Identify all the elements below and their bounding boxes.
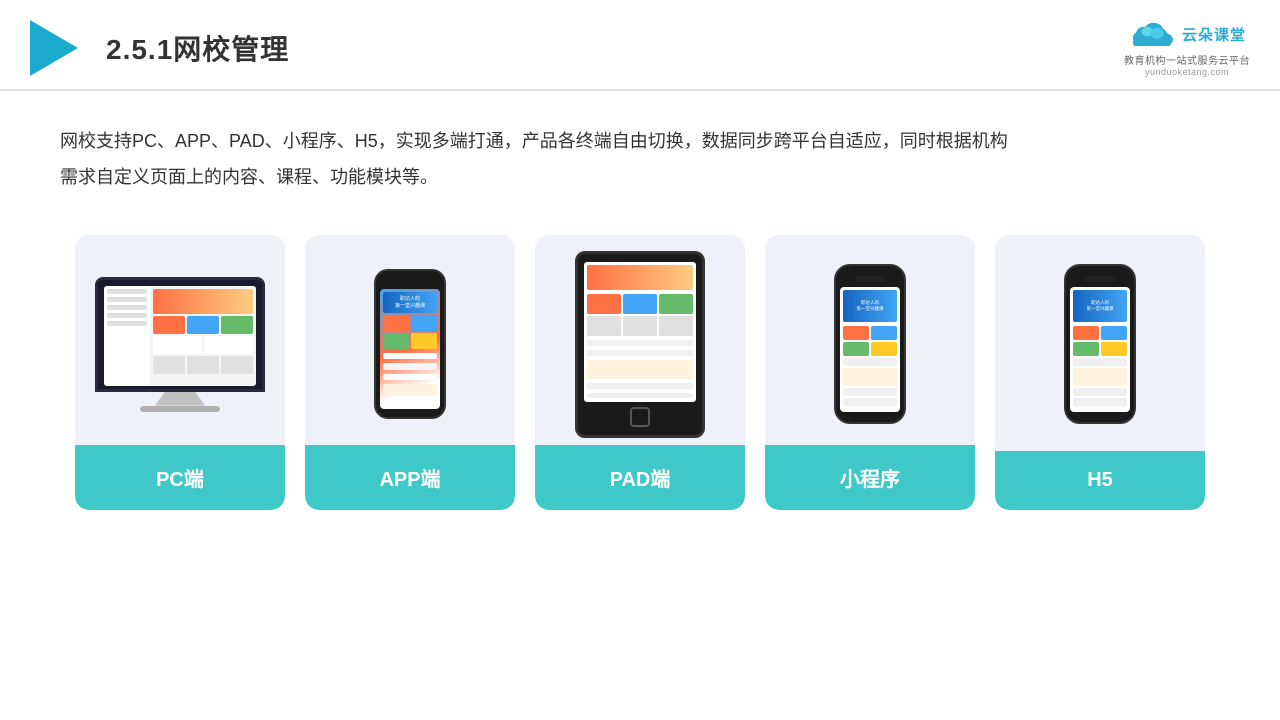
description: 网校支持PC、APP、PAD、小程序、H5，实现多端打通，产品各终端自由切换，数…	[0, 91, 1100, 205]
card-app-label: APP端	[305, 445, 515, 510]
card-pc-label: PC端	[75, 445, 285, 510]
card-h5: 职达人的第一堂兴趣课 H5	[995, 235, 1205, 510]
page-title: 2.5.1网校管理	[106, 28, 289, 68]
card-h5-label: H5	[995, 451, 1205, 510]
pad-tablet-icon	[575, 251, 705, 438]
card-h5-image: 职达人的第一堂兴趣课	[995, 235, 1205, 445]
card-app-image: 职达人的第一堂兴趣课	[305, 235, 515, 445]
app-phone-icon: 职达人的第一堂兴趣课	[374, 269, 446, 419]
logo-triangle-icon	[30, 20, 78, 76]
brand-sub: 教育机构一站式服务云平台	[1124, 52, 1250, 67]
card-pad-image	[535, 235, 745, 445]
desc-line1: 网校支持PC、APP、PAD、小程序、H5，实现多端打通，产品各终端自由切换，数…	[60, 123, 1040, 159]
card-pad: PAD端	[535, 235, 745, 510]
miniapp-phone-icon: 职达人的第一堂兴趣课	[834, 264, 906, 424]
card-pc-image	[75, 235, 285, 445]
card-miniapp: 职达人的第一堂兴趣课 小程	[765, 235, 975, 510]
card-miniapp-label: 小程序	[765, 445, 975, 510]
brand-logo: 云朵课堂 教育机构一站式服务云平台 yunduoketang.com	[1124, 18, 1250, 77]
desc-line2: 需求自定义页面上的内容、课程、功能模块等。	[60, 159, 1040, 195]
brand-url: yunduoketang.com	[1145, 67, 1229, 77]
card-app: 职达人的第一堂兴趣课	[305, 235, 515, 510]
card-miniapp-image: 职达人的第一堂兴趣课	[765, 235, 975, 445]
cloud-logo: 云朵课堂	[1128, 18, 1246, 50]
brand-name: 云朵课堂	[1182, 24, 1246, 45]
h5-phone-icon: 职达人的第一堂兴趣课	[1064, 264, 1136, 424]
cloud-icon	[1128, 18, 1176, 50]
cards-container: PC端 职达人的第一堂兴趣课	[0, 205, 1280, 540]
pc-monitor-icon	[95, 277, 265, 412]
card-pc: PC端	[75, 235, 285, 510]
header-left: 2.5.1网校管理	[30, 20, 289, 76]
header: 2.5.1网校管理 云朵课堂 教育机构一站式服务云平台 yunduoketang…	[0, 0, 1280, 91]
card-pad-label: PAD端	[535, 445, 745, 510]
